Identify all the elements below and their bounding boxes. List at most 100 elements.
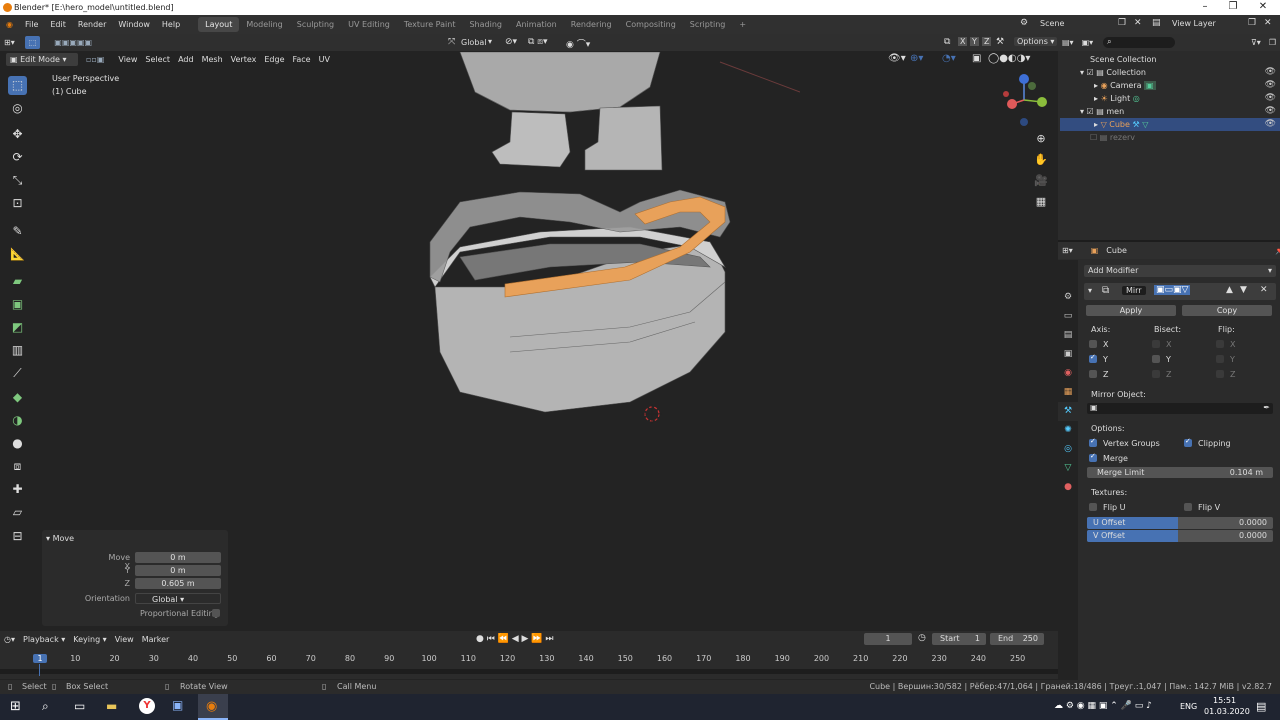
world-tab-icon[interactable]: ▦ — [1058, 383, 1078, 402]
apply-button[interactable]: Apply — [1086, 305, 1176, 316]
tab-compositing[interactable]: Compositing — [619, 17, 683, 32]
orientation-dropdown[interactable]: Global ▾ — [135, 593, 221, 604]
measure-icon[interactable]: 📐 — [8, 245, 27, 264]
mirror-z-toggle[interactable]: Z — [982, 37, 992, 46]
blender-menu-icon[interactable]: ◉ — [0, 20, 19, 29]
shrink-fatten-icon[interactable]: ✚ — [8, 480, 27, 499]
tab-shading[interactable]: Shading — [462, 17, 509, 32]
maximize-icon[interactable]: ❐ — [1218, 0, 1248, 15]
flip-u-checkbox[interactable] — [1089, 503, 1097, 511]
language-indicator[interactable]: ENG — [1180, 702, 1197, 711]
tab-uv-editing[interactable]: UV Editing — [341, 17, 397, 32]
clock-icon[interactable]: ◷ — [918, 633, 926, 643]
material-tab-icon[interactable]: ● — [1058, 478, 1078, 497]
collapse-icon[interactable]: ▾ — [1088, 286, 1092, 295]
close-icon[interactable]: ✕ — [1248, 0, 1278, 15]
tab-animation[interactable]: Animation — [509, 17, 564, 32]
move-icon[interactable]: ✥ — [8, 125, 27, 144]
bisect-y-checkbox[interactable] — [1152, 355, 1160, 363]
view-layer-tab-icon[interactable]: ▣ — [1058, 345, 1078, 364]
render-tab-icon[interactable]: ▭ — [1058, 307, 1078, 326]
menu-help[interactable]: Help — [156, 20, 186, 29]
bisect-x-checkbox[interactable] — [1152, 340, 1160, 348]
menu-edge[interactable]: Edge — [260, 53, 288, 66]
flip-x-checkbox[interactable] — [1216, 340, 1224, 348]
pan-hand-icon[interactable]: ✋ — [1032, 149, 1050, 170]
playhead-line[interactable] — [39, 664, 40, 676]
output-tab-icon[interactable]: ▤ — [1058, 326, 1078, 345]
select-box-icon[interactable]: ⬚ — [8, 76, 27, 95]
modifier-name-field[interactable]: Mirr — [1122, 286, 1146, 295]
scale-icon[interactable]: ⤡ — [8, 171, 27, 190]
start-frame-field[interactable]: Start 1 — [932, 633, 986, 645]
menu-playback[interactable]: Playback ▾ — [19, 633, 69, 646]
eye-icon[interactable]: 👁 — [1265, 105, 1276, 118]
outliner-item-camera[interactable]: ▸ ◉ Camera ▣ 👁 — [1060, 79, 1280, 92]
task-view-icon[interactable]: ▭ — [74, 699, 85, 713]
spin-icon[interactable]: ◑ — [8, 411, 27, 430]
timeline-scrollbar[interactable] — [0, 669, 1058, 674]
menu-file[interactable]: File — [19, 20, 44, 29]
u-offset-field[interactable]: U Offset 0.0000 — [1087, 517, 1273, 529]
minimize-icon[interactable]: – — [1190, 0, 1220, 15]
flip-y-checkbox[interactable] — [1216, 355, 1224, 363]
delete-scene-icon[interactable]: ✕ — [1134, 18, 1142, 28]
playback-controls[interactable]: ● ⏮ ⏪ ◀ ▶ ⏩ ⏭ — [476, 634, 553, 644]
cursor-icon[interactable]: ◎ — [8, 99, 27, 118]
mirror-x-toggle[interactable]: X — [958, 37, 968, 46]
outliner-search-input[interactable]: ⌕ — [1103, 37, 1175, 48]
filter-icon[interactable]: ⊽▾ — [1247, 36, 1265, 49]
outliner-scene-collection[interactable]: Scene Collection — [1060, 53, 1280, 66]
yandex-browser-icon[interactable]: Y — [139, 698, 155, 714]
transform-orientation[interactable]: Global — [461, 38, 487, 47]
camera-view-icon[interactable]: 🎥 — [1032, 170, 1050, 191]
mode-dropdown[interactable]: ▣ Edit Mode ▾ — [6, 52, 78, 66]
overlay-icon[interactable]: ◔▾ — [942, 53, 956, 64]
proportional-editing-checkbox[interactable] — [212, 609, 220, 617]
axis-z-checkbox[interactable] — [1089, 370, 1097, 378]
outliner-item-collection[interactable]: ▾ ☑ ▤ Collection 👁 — [1060, 66, 1280, 79]
view-layer-name[interactable]: View Layer — [1172, 19, 1216, 28]
eye-icon[interactable]: 👁 — [1265, 66, 1276, 79]
current-frame-field[interactable]: 1 — [864, 633, 912, 645]
gizmo-icon[interactable]: ⊕▾ — [910, 53, 923, 64]
menu-window[interactable]: Window — [112, 20, 156, 29]
mirror-object-field[interactable]: ▣ ✒ — [1087, 403, 1273, 414]
proportional-icon[interactable]: ◉ ⌒▾ — [566, 37, 590, 50]
tab-sculpting[interactable]: Sculpting — [290, 17, 341, 32]
extrude-icon[interactable]: ▰ — [8, 272, 27, 291]
chevron-down-icon[interactable]: ▾ — [488, 37, 492, 46]
outliner-editor-icon[interactable]: ▤▾ — [1058, 36, 1078, 49]
xray-icon[interactable]: ▣ — [972, 53, 981, 64]
menu-marker[interactable]: Marker — [138, 633, 174, 646]
menu-render[interactable]: Render — [72, 20, 112, 29]
select-mode-icons[interactable]: ▣▣▣▣▣ — [50, 36, 96, 49]
tab-scripting[interactable]: Scripting — [683, 17, 733, 32]
end-frame-field[interactable]: End 250 — [990, 633, 1044, 645]
loop-cut-icon[interactable]: ▥ — [8, 341, 27, 360]
tool-tab-icon[interactable]: ⚙ — [1058, 288, 1078, 307]
move-up-icon[interactable]: ▲ — [1226, 285, 1233, 295]
windows-start-icon[interactable]: ⊞ — [10, 699, 21, 714]
data-tab-icon[interactable]: ▽ — [1058, 459, 1078, 478]
options-dropdown[interactable]: Options ▾ — [1014, 37, 1058, 46]
new-view-layer-icon[interactable]: ❐ — [1248, 18, 1256, 28]
ortho-grid-icon[interactable]: ▦ — [1032, 191, 1050, 212]
merge-checkbox[interactable] — [1089, 452, 1097, 462]
clipping-checkbox[interactable] — [1184, 437, 1192, 447]
eye-icon[interactable]: 👁 — [1265, 92, 1276, 105]
clock-date[interactable]: 01.03.2020 — [1204, 707, 1250, 716]
bevel-icon[interactable]: ◩ — [8, 318, 27, 337]
navigation-gizmo[interactable] — [1000, 72, 1052, 128]
vertex-groups-checkbox[interactable] — [1089, 437, 1097, 447]
menu-view[interactable]: View — [114, 53, 141, 66]
new-scene-icon[interactable]: ❐ — [1118, 18, 1126, 28]
eye-icon[interactable]: 👁 — [1265, 118, 1276, 131]
timeline-editor-icon[interactable]: ◷▾ — [0, 633, 19, 646]
properties-editor-icon[interactable]: ⊞▾ — [1058, 244, 1077, 257]
scene-name[interactable]: Scene — [1040, 19, 1064, 28]
modifier-visibility-icons[interactable]: ▣▭▣▽ — [1154, 285, 1191, 295]
tab-modeling[interactable]: Modeling — [239, 17, 289, 32]
flip-z-checkbox[interactable] — [1216, 370, 1224, 378]
menu-timeline-view[interactable]: View — [111, 633, 138, 646]
